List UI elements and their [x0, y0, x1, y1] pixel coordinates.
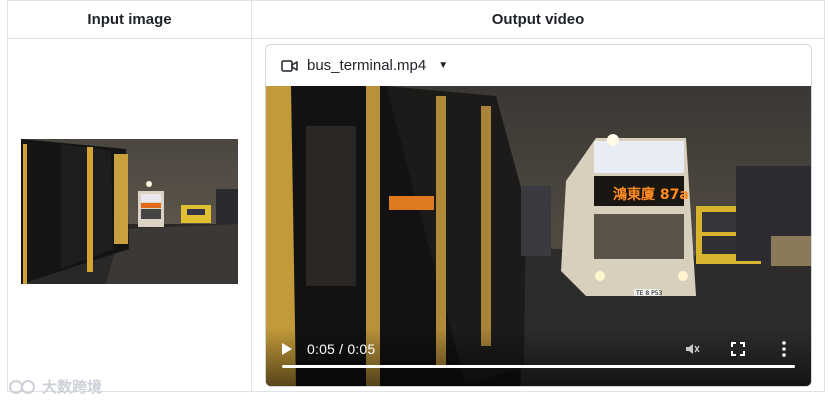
video-progress-bar[interactable]	[282, 365, 795, 368]
video-file-name: bus_terminal.mp4	[307, 57, 427, 74]
video-player-card: bus_terminal.mp4 ▼ 鴻東廈 87a TE 8 P53 0:05…	[265, 44, 812, 387]
watermark-logo-icon	[9, 379, 35, 394]
video-frame[interactable]: 鴻東廈 87a TE 8 P53 0:05 / 0:05	[266, 86, 811, 386]
play-icon[interactable]	[282, 343, 292, 355]
chevron-down-icon[interactable]: ▼	[438, 60, 448, 71]
input-image	[21, 139, 238, 284]
header-row: Input image Output video	[7, 0, 825, 39]
video-file-selector[interactable]: bus_terminal.mp4 ▼	[266, 45, 811, 86]
fullscreen-icon[interactable]	[729, 340, 747, 358]
video-controls: 0:05 / 0:05	[266, 328, 811, 386]
watermark: 大数跨境	[8, 376, 102, 397]
muted-speaker-icon[interactable]	[683, 340, 701, 358]
header-output-video: Output video	[251, 0, 825, 39]
input-image-picture	[21, 139, 238, 284]
more-options-icon[interactable]	[775, 340, 793, 358]
video-camera-icon	[281, 59, 299, 73]
license-plate: TE 8 P53	[635, 290, 663, 297]
header-input-image: Input image	[7, 0, 252, 39]
watermark-text: 大数跨境	[42, 379, 103, 396]
bus-destination-sign: 鴻東廈 87a	[613, 186, 689, 203]
video-time-display: 0:05 / 0:05	[307, 341, 376, 357]
video-controls-row: 0:05 / 0:05	[282, 336, 793, 362]
